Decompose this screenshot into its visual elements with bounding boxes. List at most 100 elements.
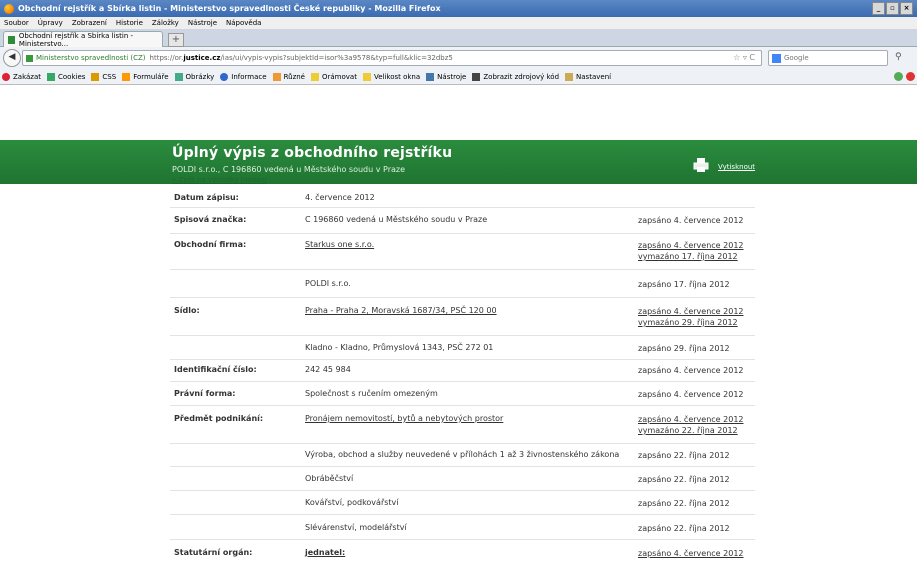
table-row: POLDI s.r.o. zapsáno 17. října 2012 — [170, 269, 755, 298]
toolbar-label: Orámovat — [321, 72, 357, 81]
row-date-link[interactable]: zapsáno 4. července 2012 — [638, 414, 744, 425]
bookmark-star-icon[interactable]: ☆ ▿ C — [733, 53, 755, 62]
table-row: Právní forma: Společnost s ručením omeze… — [170, 381, 755, 406]
row-label: Statutární orgán: — [174, 548, 253, 557]
new-tab-button[interactable]: + — [168, 33, 184, 47]
cookies-icon — [47, 72, 56, 81]
row-label: Obchodní firma: — [174, 240, 247, 249]
row-date-link[interactable]: vymazáno 22. října 2012 — [638, 425, 738, 436]
menu-zalozky[interactable]: Záložky — [152, 19, 179, 27]
table-row: Kovářství, podkovářství zapsáno 22. říjn… — [170, 490, 755, 515]
menu-zobrazeni[interactable]: Zobrazení — [72, 19, 107, 27]
toolbar-zakazat[interactable]: Zakázat — [2, 72, 42, 81]
valid-check-icon — [894, 72, 903, 81]
toolbar-label: Různé — [283, 72, 305, 81]
tab-label: Obchodní rejstřík a Sbírka listin - Mini… — [18, 31, 134, 48]
toolbar-status — [894, 72, 915, 81]
toolbar-informace[interactable]: Informace — [220, 72, 267, 81]
row-value-link[interactable]: Praha - Praha 2, Moravská 1687/34, PSČ 1… — [305, 306, 497, 315]
toolbar-ruzne[interactable]: Různé — [272, 72, 305, 81]
table-row: Slévárenství, modelářství zapsáno 22. ří… — [170, 514, 755, 540]
tab-bar: Obchodní rejstřík a Sbírka listin - Mini… — [0, 29, 917, 48]
toolbar-zdrojovy-kod[interactable]: Zobrazit zdrojový kód — [472, 72, 559, 81]
site-favicon-icon — [8, 35, 15, 44]
row-date: zapsáno 22. října 2012 — [638, 524, 730, 533]
row-date-link[interactable]: zapsáno 4. července 2012 — [638, 240, 744, 251]
row-date: zapsáno 17. října 2012 — [638, 280, 730, 289]
close-icon[interactable]: × — [900, 2, 913, 15]
row-date: zapsáno 29. října 2012 — [638, 344, 730, 353]
row-date-link[interactable]: zapsáno 4. července 2012 — [638, 306, 744, 317]
site-identity[interactable]: Ministerstvo spravedlnosti (CZ) — [36, 54, 146, 62]
toolbar-nastaveni[interactable]: Nastavení — [565, 72, 611, 81]
toolbar-oramovat[interactable]: Orámovat — [310, 72, 357, 81]
info-icon — [220, 72, 229, 81]
row-date: zapsáno 22. října 2012 — [638, 475, 730, 484]
css-icon — [91, 72, 100, 81]
row-value: Slévárenství, modelářství — [305, 523, 407, 532]
row-value: Kladno - Kladno, Průmyslová 1343, PSČ 27… — [305, 343, 494, 352]
toolbar-label: Obrázky — [185, 72, 215, 81]
toolbar-css[interactable]: CSS — [91, 72, 116, 81]
row-date: zapsáno 4. července 2012 — [638, 216, 744, 225]
table-row: Spisová značka: C 196860 vedená u Městsk… — [170, 207, 755, 234]
back-to-results-link[interactable]: « Zpět na výsledky hledání — [172, 176, 267, 184]
url-prefix: https://or. — [149, 54, 184, 62]
maximize-icon[interactable]: ▫ — [886, 2, 899, 15]
row-value: Výroba, obchod a služby neuvedené v příl… — [305, 450, 620, 459]
row-value: C 196860 vedená u Městského soudu v Praz… — [305, 215, 488, 224]
row-label: Právní forma: — [174, 389, 236, 398]
row-label: Spisová značka: — [174, 215, 247, 224]
row-date-link[interactable]: vymazáno 17. října 2012 — [638, 251, 738, 262]
window-controls: _ ▫ × — [872, 2, 913, 15]
menu-soubor[interactable]: Soubor — [4, 19, 29, 27]
row-date: zapsáno 22. října 2012 — [638, 499, 730, 508]
google-icon — [772, 53, 781, 63]
url-path: /ias/ui/vypis-vypis?subjektId=isor%3a957… — [220, 54, 453, 62]
tab-active[interactable]: Obchodní rejstřík a Sbírka listin - Mini… — [3, 31, 163, 48]
row-label: Identifikační číslo: — [174, 365, 257, 374]
row-label: Datum zápisu: — [174, 193, 239, 202]
table-row: Statutární orgán: jednatel: zapsáno 4. č… — [170, 539, 755, 563]
print-link[interactable]: Vytisknout — [718, 163, 755, 171]
table-row: Předmět podnikání: Pronájem nemovitostí,… — [170, 405, 755, 444]
url-bar[interactable]: Ministerstvo spravedlnosti (CZ) https://… — [22, 50, 762, 66]
row-value-link[interactable]: Pronájem nemovitostí, bytů a nebytových … — [305, 414, 503, 423]
row-date-link[interactable]: zapsáno 4. července 2012 — [638, 548, 744, 559]
menu-nastroje[interactable]: Nástroje — [188, 19, 217, 27]
row-value-link[interactable]: Starkus one s.r.o. — [305, 240, 374, 249]
navigation-bar: ◀ Ministerstvo spravedlnosti (CZ) https:… — [0, 47, 917, 69]
toolbar-formulare[interactable]: Formuláře — [122, 72, 169, 81]
window-titlebar: Obchodní rejstřík a Sbírka listin - Mini… — [0, 0, 917, 17]
printer-icon[interactable] — [693, 158, 709, 172]
row-value: Obráběčství — [305, 474, 354, 483]
toolbar-nastroje[interactable]: Nástroje — [426, 72, 466, 81]
toolbar-cookies[interactable]: Cookies — [47, 72, 86, 81]
row-value: 4. července 2012 — [305, 193, 375, 202]
row-value-link[interactable]: jednatel: — [305, 548, 345, 557]
row-date: zapsáno 4. července 2012 — [638, 366, 744, 375]
row-label: Sídlo: — [174, 306, 200, 315]
toolbar-label: Cookies — [58, 72, 86, 81]
misc-icon — [272, 72, 281, 81]
row-value: 242 45 984 — [305, 365, 351, 374]
menu-upravy[interactable]: Úpravy — [38, 19, 63, 27]
web-developer-toolbar: Zakázat Cookies CSS Formuláře Obrázky In… — [0, 69, 917, 85]
search-icon[interactable]: ⚲ — [895, 52, 902, 62]
toolbar-obrazky[interactable]: Obrázky — [174, 72, 215, 81]
search-input[interactable]: Google — [768, 50, 888, 66]
minimize-icon[interactable]: _ — [872, 2, 885, 15]
table-row: Sídlo: Praha - Praha 2, Moravská 1687/34… — [170, 297, 755, 336]
table-row: Datum zápisu: 4. července 2012 — [170, 189, 755, 208]
toolbar-label: Zakázat — [13, 72, 42, 81]
page-subtitle: POLDI s.r.o., C 196860 vedená u Městskéh… — [172, 165, 405, 174]
window-title: Obchodní rejstřík a Sbírka listin - Mini… — [18, 4, 441, 13]
back-button[interactable]: ◀ — [3, 49, 21, 67]
row-date-link[interactable]: vymazáno 29. října 2012 — [638, 317, 738, 328]
menu-historie[interactable]: Historie — [116, 19, 143, 27]
images-icon — [174, 72, 183, 81]
menu-bar: Soubor Úpravy Zobrazení Historie Záložky… — [0, 17, 917, 29]
menu-napoveda[interactable]: Nápověda — [226, 19, 261, 27]
toolbar-velikost-okna[interactable]: Velikost okna — [362, 72, 420, 81]
table-row: Výroba, obchod a služby neuvedené v příl… — [170, 443, 755, 467]
